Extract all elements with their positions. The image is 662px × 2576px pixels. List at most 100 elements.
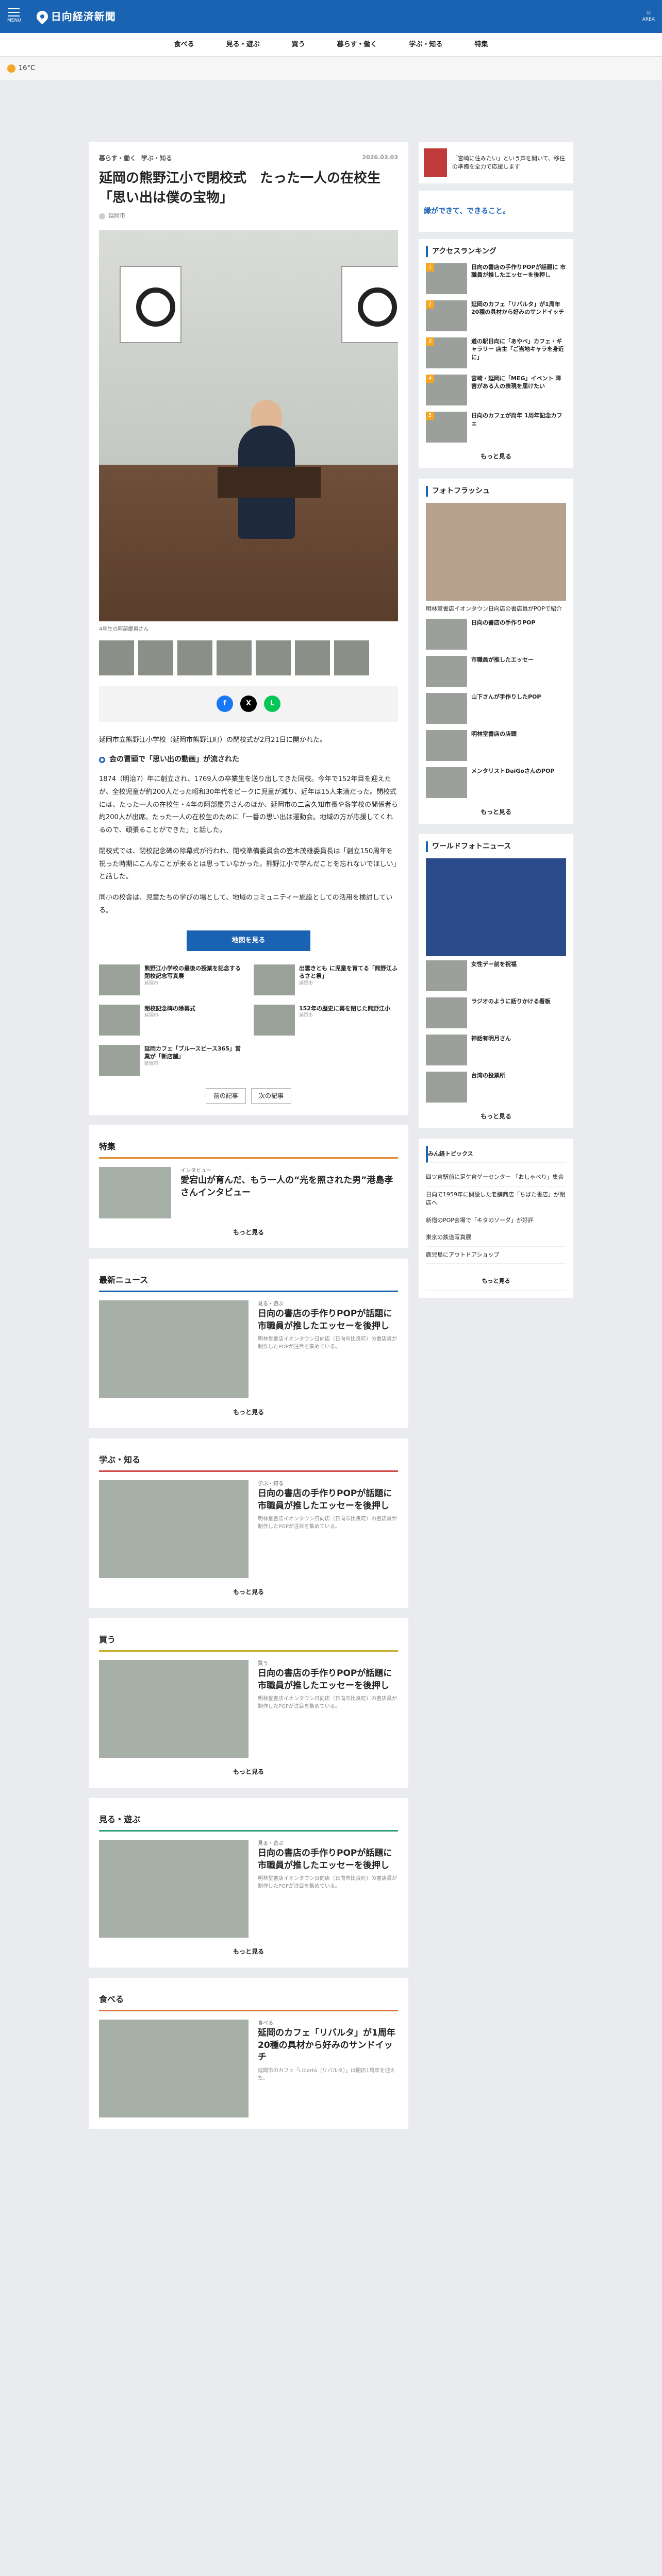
photo-caption: 4年生の阿部慶男さん [99, 626, 149, 632]
nav-item-manabu[interactable]: 学ぶ・知る [409, 40, 442, 50]
related-item[interactable]: 閉校記念碑の除幕式 延岡市 [99, 1004, 243, 1036]
ranking-item[interactable]: 4 宮崎・延岡に「MEG」イベント 障害がある人の表現を届けたい [426, 375, 566, 405]
more-link[interactable]: もっと見る [426, 1273, 566, 1291]
thumbnail[interactable] [334, 640, 369, 675]
photo-item[interactable]: 市職員が推したエッセー [426, 655, 566, 687]
feature-article[interactable]: 買う 日向の書店の手作りPOPが話題に 市職員が推したエッセーを後押し 明林堂書店イ… [99, 1659, 398, 1758]
tag[interactable]: 学ぶ・知る [141, 154, 172, 163]
thumbnail[interactable] [217, 640, 252, 675]
area-label: AREA [642, 17, 655, 22]
line-share-icon[interactable]: L [264, 695, 280, 712]
nav-item-tokushu[interactable]: 特集 [474, 40, 488, 50]
photo-item[interactable]: 明林堂書店の店頭 [426, 730, 566, 761]
more-link[interactable]: もっと見る [426, 807, 566, 817]
area-button[interactable]: ◎ AREA [642, 10, 655, 24]
more-link[interactable]: もっと見る [99, 1767, 398, 1776]
more-link[interactable]: もっと見る [99, 1587, 398, 1597]
world-item[interactable]: 台湾の投票所 [426, 1071, 566, 1103]
thumbnail[interactable] [138, 640, 173, 675]
site-logo[interactable]: 日向経済新聞 [34, 8, 116, 25]
topic-item[interactable]: 新宿のPOP会場で「キタのソーダ」が好評 [426, 1212, 566, 1229]
menu-button[interactable]: MENU [7, 8, 21, 25]
feature-article[interactable]: 見る・遊ぶ 日向の書店の手作りPOPが話題に 市職員が推したエッセーを後押し 明林堂… [99, 1839, 398, 1938]
map-button[interactable]: 地図を見る [187, 930, 310, 951]
ad-banner[interactable]: 縁ができて、できること。 [419, 191, 573, 232]
x-share-icon[interactable]: X [240, 695, 257, 712]
minkei-topics: みん経トピックス 四ツ倉駅前に足ケ倉ゲーセンター 「おしゃべり」集合 日向で19… [419, 1138, 573, 1298]
author-name: 延岡市 [108, 212, 125, 219]
related-item[interactable]: 出雲きとも に児童を育てる「熊野江ふるさと祭」 延岡市 [254, 964, 398, 995]
topic-item[interactable]: 東京の鉄道写真展 [426, 1229, 566, 1247]
section-card: 最新ニュース 見る・遊ぶ 日向の書店の手作りPOPが話題に 市職員が推したエッセー… [89, 1258, 408, 1428]
photo-item[interactable]: メンタリストDaiGoさんのPOP [426, 767, 566, 798]
feature-article[interactable]: 見る・遊ぶ 日向の書店の手作りPOPが話題に 市職員が推したエッセーを後押し 明林堂… [99, 1300, 398, 1398]
article: 暮らす・働く 学ぶ・知る 2026.03.03 延岡の熊野江小で閉校式 たった一… [89, 142, 408, 1115]
thumbnail[interactable] [295, 640, 330, 675]
more-link[interactable]: もっと見る [426, 452, 566, 461]
share-bar: f X L [99, 685, 398, 722]
ranking-item[interactable]: 2 延岡のカフェ「リバルタ」が1周年 20種の具材から好みのサンドイッチ [426, 300, 566, 331]
ranking-heading: アクセスランキング [426, 246, 566, 257]
topic-item[interactable]: 鹿児島にアウトドアショップ [426, 1247, 566, 1264]
world-item[interactable]: 女性デー前を祝福 [426, 960, 566, 991]
subhead-icon [99, 756, 105, 763]
ranking-item[interactable]: 5 日向のカフェが周年 1周年記念カフェ [426, 412, 566, 443]
ad-banner[interactable]: 「宮崎に住みたい」という声を聞いて、移住の準備を全力で応援します [419, 142, 573, 183]
section-card: 特集 インタビュー 愛宕山が育んだ、もう一人の“光を照された男”港島孝さんインタビ… [89, 1125, 408, 1248]
more-link[interactable]: もっと見る [99, 1947, 398, 1956]
section-card: 買う 買う 日向の書店の手作りPOPが話題に 市職員が推したエッセーを後押し 明林堂… [89, 1618, 408, 1788]
ranking-item[interactable]: 3 道の駅日向に「あやべ」カフェ・ギャラリー 店主「ご当地キャラを身近に」 [426, 337, 566, 368]
article-body: 同小の校舎は、児童たちの学びの場として、地域のコミュニティー施設としての活用を検… [99, 893, 393, 914]
photo-item[interactable]: 山下さんが手作りしたPOP [426, 692, 566, 724]
more-link[interactable]: もっと見る [99, 1228, 398, 1237]
tag[interactable]: 暮らす・働く [99, 154, 136, 163]
hero-photo[interactable] [99, 229, 398, 621]
world-item[interactable]: ラジオのように話りかける看板 [426, 997, 566, 1028]
thumbnail[interactable] [256, 640, 291, 675]
sun-icon [7, 64, 15, 73]
section-card: 学ぶ・知る 学ぶ・知る 日向の書店の手作りPOPが話題に 市職員が推したエッセーを… [89, 1438, 408, 1608]
feature-article[interactable]: 食べる 延岡のカフェ「リバルタ」が1周年 20種の具材から好みのサンドイッチ 延岡市… [99, 2019, 398, 2117]
related-item[interactable]: 152年の歴史に幕を閉じた熊野江小 延岡市 [254, 1004, 398, 1036]
article-body: 1874（明治7）年に創立され、1769人の卒業生を送り出してきた同校。今年で1… [99, 775, 399, 835]
sidebar: 「宮崎に住みたい」という声を聞いて、移住の準備を全力で応援します 縁ができて、で… [419, 142, 573, 2139]
world-main-photo[interactable] [426, 858, 566, 956]
photo-flash: フォトフラッシュ 明林堂書店イオンタウン日向店の書店員がPOPで紹介 日向の書店… [419, 479, 573, 824]
facebook-share-icon[interactable]: f [217, 695, 233, 712]
nav-item-miru[interactable]: 見る・遊ぶ [226, 40, 260, 50]
topic-item[interactable]: 四ツ倉駅前に足ケ倉ゲーセンター 「おしゃべり」集合 [426, 1169, 566, 1187]
section-heading: 学ぶ・知る [99, 1450, 398, 1472]
section-card: 食べる 食べる 延岡のカフェ「リバルタ」が1周年 20種の具材から好みのサンドイッ… [89, 1977, 408, 2129]
related-item[interactable]: 熊野江小学校の最後の授業を記念する閉校記念写真展 延岡市 [99, 964, 243, 995]
thumbnail[interactable] [177, 640, 212, 675]
nav-item-kau[interactable]: 買う [292, 40, 305, 50]
feature-article[interactable]: インタビュー 愛宕山が育んだ、もう一人の“光を照された男”港島孝さんインタビュー [99, 1166, 398, 1218]
article-title: 延岡の熊野江小で閉校式 たった一人の在校生「思い出は僕の宝物」 [99, 171, 381, 206]
more-link[interactable]: もっと見る [426, 1112, 566, 1121]
feature-article[interactable]: 学ぶ・知る 日向の書店の手作りPOPが話題に 市職員が推したエッセーを後押し 明林堂… [99, 1480, 398, 1578]
weather-bar: 16°C [0, 57, 662, 80]
thumbnail[interactable] [99, 640, 134, 675]
article-date: 2026.03.03 [362, 154, 398, 161]
globe-icon: ◎ [646, 10, 651, 15]
nav-item-kurasu[interactable]: 暮らす・働く [337, 40, 377, 50]
location-pin-icon [34, 8, 51, 25]
category-nav: 食べる 見る・遊ぶ 買う 暮らす・働く 学ぶ・知る 特集 [0, 33, 662, 57]
related-item[interactable]: 延岡カフェ「ブルースピース365」営業が「新店舗」 延岡市 [99, 1044, 243, 1076]
ranking-item[interactable]: 1 日向の書店の手作りPOPが話題に 市職員が推したエッセーを後押し [426, 263, 566, 294]
world-item[interactable]: 神話有明月さん [426, 1034, 566, 1065]
world-heading: ワールドフォトニュース [426, 841, 566, 852]
section-card: 見る・遊ぶ 見る・遊ぶ 日向の書店の手作りPOPが話題に 市職員が推したエッセーを… [89, 1798, 408, 1968]
topic-item[interactable]: 日向で1959年に開設した老舗商店「ちばた書店」が閉店へ [426, 1187, 566, 1212]
article-subhead: 会の冒頭で「思い出の動画」が流された [109, 755, 239, 764]
photo-main[interactable] [426, 503, 566, 601]
nav-item-taberu[interactable]: 食べる [174, 40, 194, 50]
next-article-button[interactable]: 次の記事 [251, 1088, 292, 1104]
weather-temp: 16°C [19, 64, 36, 72]
section-heading: 買う [99, 1630, 398, 1652]
more-link[interactable]: もっと見る [99, 1408, 398, 1417]
photo-item[interactable]: 日向の書店の手作りPOP [426, 618, 566, 650]
section-heading: 特集 [99, 1137, 398, 1159]
prev-article-button[interactable]: 前の記事 [205, 1088, 246, 1104]
top-bar: MENU 日向経済新聞 ◎ AREA [0, 0, 662, 33]
